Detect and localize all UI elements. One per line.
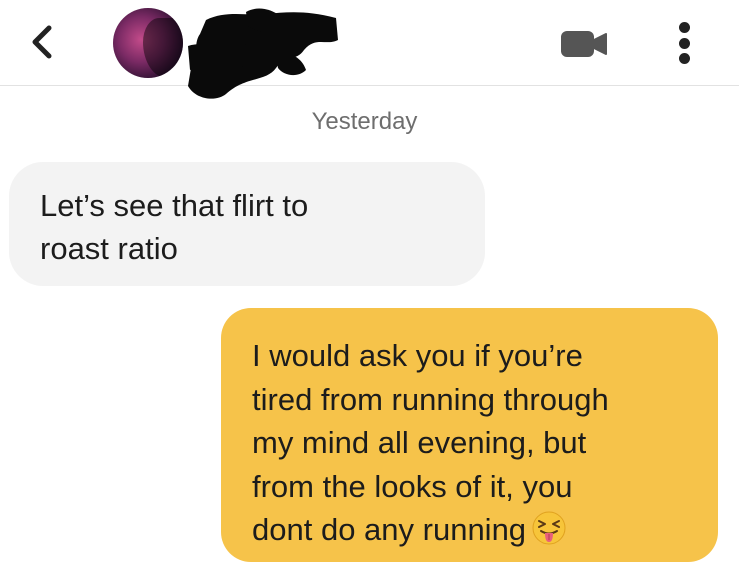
message-line: I would ask you if you’re: [252, 338, 583, 373]
message-line: from the looks of it, you: [252, 468, 573, 504]
timestamp-text: Yesterday: [311, 108, 418, 135]
message-timestamp: Yesterday: [0, 108, 739, 136]
more-options-button[interactable]: [670, 18, 698, 68]
chat-screen: C Yesterday Let’s see that flirt to roas…: [0, 0, 739, 568]
chat-header: C: [0, 0, 739, 99]
message-last-line: dont do any running: [252, 508, 698, 552]
squinting-face-with-tongue-icon: [532, 511, 566, 545]
outgoing-message-bubble[interactable]: I would ask you if you’re tired from run…: [221, 308, 718, 562]
message-line: my mind all evening, but: [252, 425, 587, 460]
incoming-message-bubble[interactable]: Let’s see that flirt to roast ratio: [9, 162, 485, 286]
menu-dot: [678, 37, 690, 49]
message-line: tired from running through: [252, 381, 609, 417]
message-line: roast ratio: [40, 231, 178, 266]
redaction-scribble: [188, 8, 338, 99]
avatar[interactable]: [113, 8, 183, 78]
menu-dot: [678, 53, 690, 64]
menu-dot: [678, 22, 690, 33]
video-call-button[interactable]: [560, 30, 608, 58]
chevron-left-icon: [32, 25, 52, 59]
message-line: dont do any running: [252, 512, 527, 547]
video-camera-icon: [561, 31, 607, 57]
back-button[interactable]: [22, 22, 62, 62]
message-line: Let’s see that flirt to: [40, 188, 309, 223]
